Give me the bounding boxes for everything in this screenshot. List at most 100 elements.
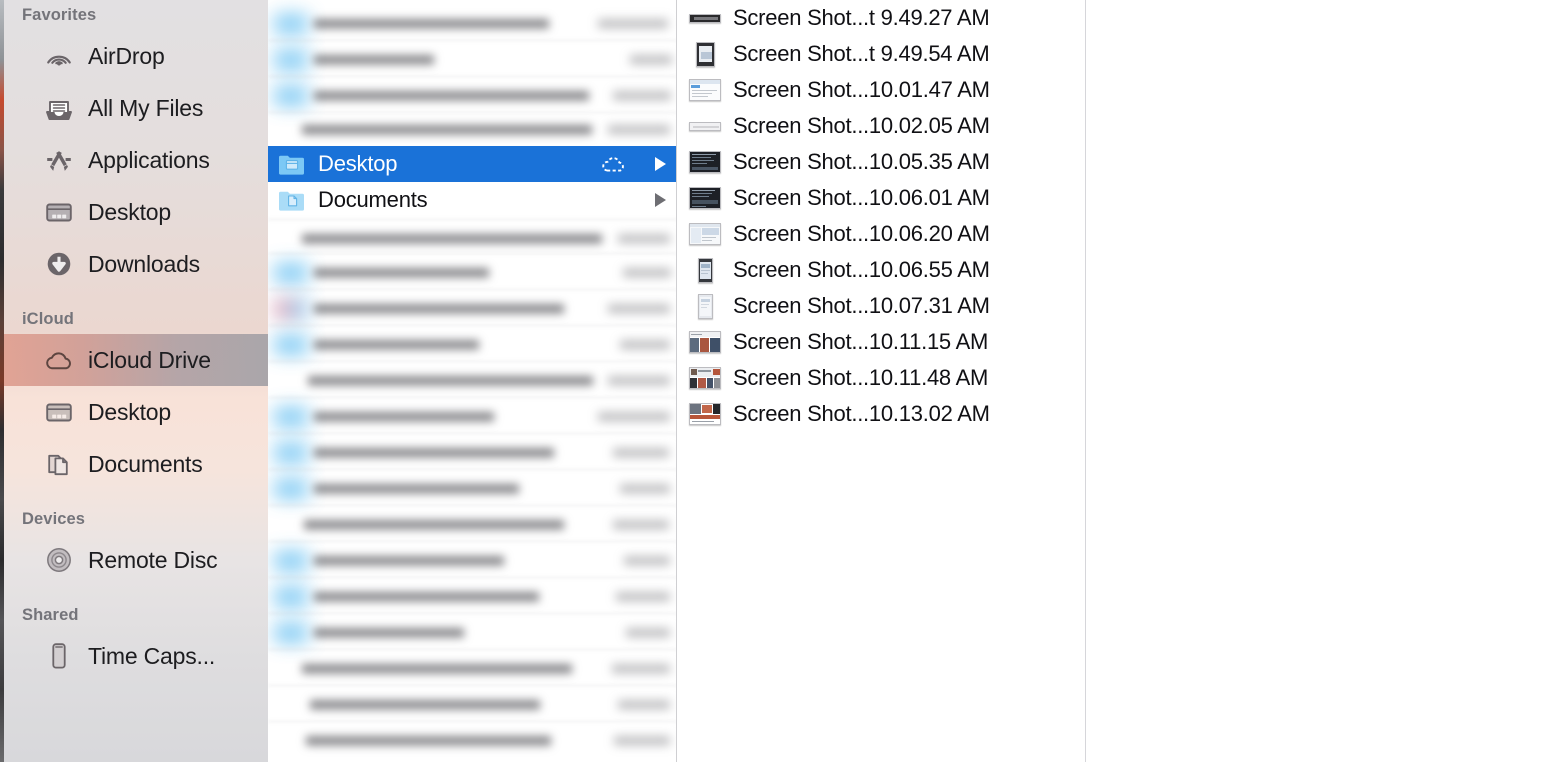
downloads-icon xyxy=(40,247,78,281)
screenshot-thumb-photo-strip-icon xyxy=(688,365,722,391)
folder-row-documents[interactable]: Documents xyxy=(268,182,676,218)
screenshot-thumb-tablet-icon xyxy=(688,41,722,67)
file-name: Screen Shot...10.11.48 AM xyxy=(733,365,989,390)
sidebar-item-all-my-files[interactable]: All My Files xyxy=(4,82,268,134)
airdrop-icon xyxy=(40,39,78,73)
obscured-row[interactable] xyxy=(268,435,676,471)
finder-column-files[interactable]: Screen Shot...t 9.49.27 AM Screen Shot..… xyxy=(677,0,1086,762)
sidebar-section-header-favorites: Favorites xyxy=(22,5,97,24)
file-row[interactable]: Screen Shot...10.02.05 AM xyxy=(677,108,1085,144)
file-row[interactable]: Screen Shot...10.05.35 AM xyxy=(677,144,1085,180)
obscured-row[interactable] xyxy=(268,687,676,723)
sidebar-section-header-shared: Shared xyxy=(22,605,79,624)
obscured-row[interactable] xyxy=(268,78,676,114)
sidebar-item-label: iCloud Drive xyxy=(88,346,211,373)
sidebar-item-applications[interactable]: Applications xyxy=(4,134,268,186)
file-row[interactable]: Screen Shot...10.13.02 AM xyxy=(677,396,1085,432)
obscured-row[interactable] xyxy=(268,471,676,507)
sidebar-section-header-devices: Devices xyxy=(22,509,86,528)
sidebar-item-label: Time Caps... xyxy=(88,642,216,669)
sidebar-item-downloads[interactable]: Downloads xyxy=(4,238,268,290)
folder-icon xyxy=(278,153,306,175)
chevron-right-icon[interactable] xyxy=(655,157,666,171)
sidebar-item-label: Desktop xyxy=(88,198,171,225)
file-name: Screen Shot...10.13.02 AM xyxy=(733,401,990,426)
sidebar-item-icloud-documents[interactable]: Documents xyxy=(4,438,268,490)
cloud-download-icon xyxy=(598,153,632,175)
file-name: Screen Shot...t 9.49.54 AM xyxy=(733,41,990,66)
obscured-row[interactable] xyxy=(268,112,676,148)
desktop-icon xyxy=(40,395,78,429)
file-name: Screen Shot...10.06.55 AM xyxy=(733,257,990,282)
file-row[interactable]: Screen Shot...t 9.49.54 AM xyxy=(677,36,1085,72)
obscured-row[interactable] xyxy=(268,543,676,579)
finder-window: Favorites AirDrop All My Files Applicati… xyxy=(0,0,1542,762)
file-name: Screen Shot...10.05.35 AM xyxy=(733,149,990,174)
file-name: Screen Shot...10.02.05 AM xyxy=(733,113,990,138)
screenshot-thumb-phone-dark-icon xyxy=(688,257,722,283)
obscured-row[interactable] xyxy=(268,579,676,615)
chevron-right-icon[interactable] xyxy=(655,193,666,207)
sidebar-item-label: Desktop xyxy=(88,398,171,425)
sidebar-item-label: Downloads xyxy=(88,250,200,277)
sidebar-item-label: Documents xyxy=(88,450,203,477)
file-name: Screen Shot...10.06.20 AM xyxy=(733,221,990,246)
screenshot-thumb-terminal-dark-icon xyxy=(688,185,722,211)
sidebar-item-icloud-drive[interactable]: iCloud Drive xyxy=(4,334,268,386)
obscured-row[interactable] xyxy=(268,327,676,363)
remote-disc-icon xyxy=(40,543,78,577)
file-row[interactable]: Screen Shot...10.06.20 AM xyxy=(677,216,1085,252)
obscured-row[interactable] xyxy=(268,363,676,399)
sidebar-item-time-capsule[interactable]: Time Caps... xyxy=(4,630,268,682)
screenshot-thumb-window-light-icon xyxy=(688,77,722,103)
sidebar-item-remote-disc[interactable]: Remote Disc xyxy=(4,534,268,586)
documents-icon xyxy=(40,447,78,481)
obscured-row[interactable] xyxy=(268,615,676,651)
finder-column-folders[interactable]: Desktop Documents xyxy=(268,0,677,762)
file-name: Screen Shot...10.07.31 AM xyxy=(733,293,990,318)
sidebar-item-airdrop[interactable]: AirDrop xyxy=(4,30,268,82)
folder-row-desktop[interactable]: Desktop xyxy=(268,146,676,182)
screenshot-thumb-terminal-dark-icon xyxy=(688,149,722,175)
finder-sidebar: Favorites AirDrop All My Files Applicati… xyxy=(4,0,268,762)
sidebar-item-label: AirDrop xyxy=(88,42,165,69)
screenshot-thumb-photo-grid-icon xyxy=(688,329,722,355)
file-name: Screen Shot...10.01.47 AM xyxy=(733,77,990,102)
sidebar-item-label: Remote Disc xyxy=(88,546,218,573)
screenshot-thumb-window-light-icon xyxy=(688,221,722,247)
folder-row-label: Documents xyxy=(318,187,428,212)
obscured-row[interactable] xyxy=(268,42,676,78)
file-name: Screen Shot...10.11.15 AM xyxy=(733,329,989,354)
obscured-row[interactable] xyxy=(268,651,676,687)
file-row[interactable]: Screen Shot...10.06.01 AM xyxy=(677,180,1085,216)
obscured-row[interactable] xyxy=(268,6,676,42)
obscured-row[interactable] xyxy=(268,723,676,759)
screenshot-thumb-phone-light-icon xyxy=(688,293,722,319)
time-capsule-icon xyxy=(40,639,78,673)
file-row[interactable]: Screen Shot...10.11.48 AM xyxy=(677,360,1085,396)
obscured-row[interactable] xyxy=(268,221,676,257)
screenshot-thumb-slim-light-icon xyxy=(688,113,722,139)
file-row[interactable]: Screen Shot...10.07.31 AM xyxy=(677,288,1085,324)
sidebar-item-desktop[interactable]: Desktop xyxy=(4,186,268,238)
finder-column-preview-empty[interactable] xyxy=(1086,0,1542,762)
file-row[interactable]: Screen Shot...10.01.47 AM xyxy=(677,72,1085,108)
obscured-row[interactable] xyxy=(268,399,676,435)
file-name: Screen Shot...10.06.01 AM xyxy=(733,185,990,210)
folder-document-icon xyxy=(278,189,306,211)
file-name: Screen Shot...t 9.49.27 AM xyxy=(733,5,990,30)
obscured-row[interactable] xyxy=(268,291,676,327)
applications-icon xyxy=(40,143,78,177)
folder-row-label: Desktop xyxy=(318,151,398,176)
file-row[interactable]: Screen Shot...t 9.49.27 AM xyxy=(677,0,1085,36)
icloud-drive-icon xyxy=(40,343,78,377)
obscured-row[interactable] xyxy=(268,507,676,543)
file-row[interactable]: Screen Shot...10.11.15 AM xyxy=(677,324,1085,360)
sidebar-item-icloud-desktop[interactable]: Desktop xyxy=(4,386,268,438)
sidebar-item-label: All My Files xyxy=(88,94,204,121)
all-my-files-icon xyxy=(40,91,78,125)
file-row[interactable]: Screen Shot...10.06.55 AM xyxy=(677,252,1085,288)
sidebar-section-header-icloud: iCloud xyxy=(22,309,74,328)
obscured-row[interactable] xyxy=(268,255,676,291)
screenshot-thumb-photo-mixed-icon xyxy=(688,401,722,427)
